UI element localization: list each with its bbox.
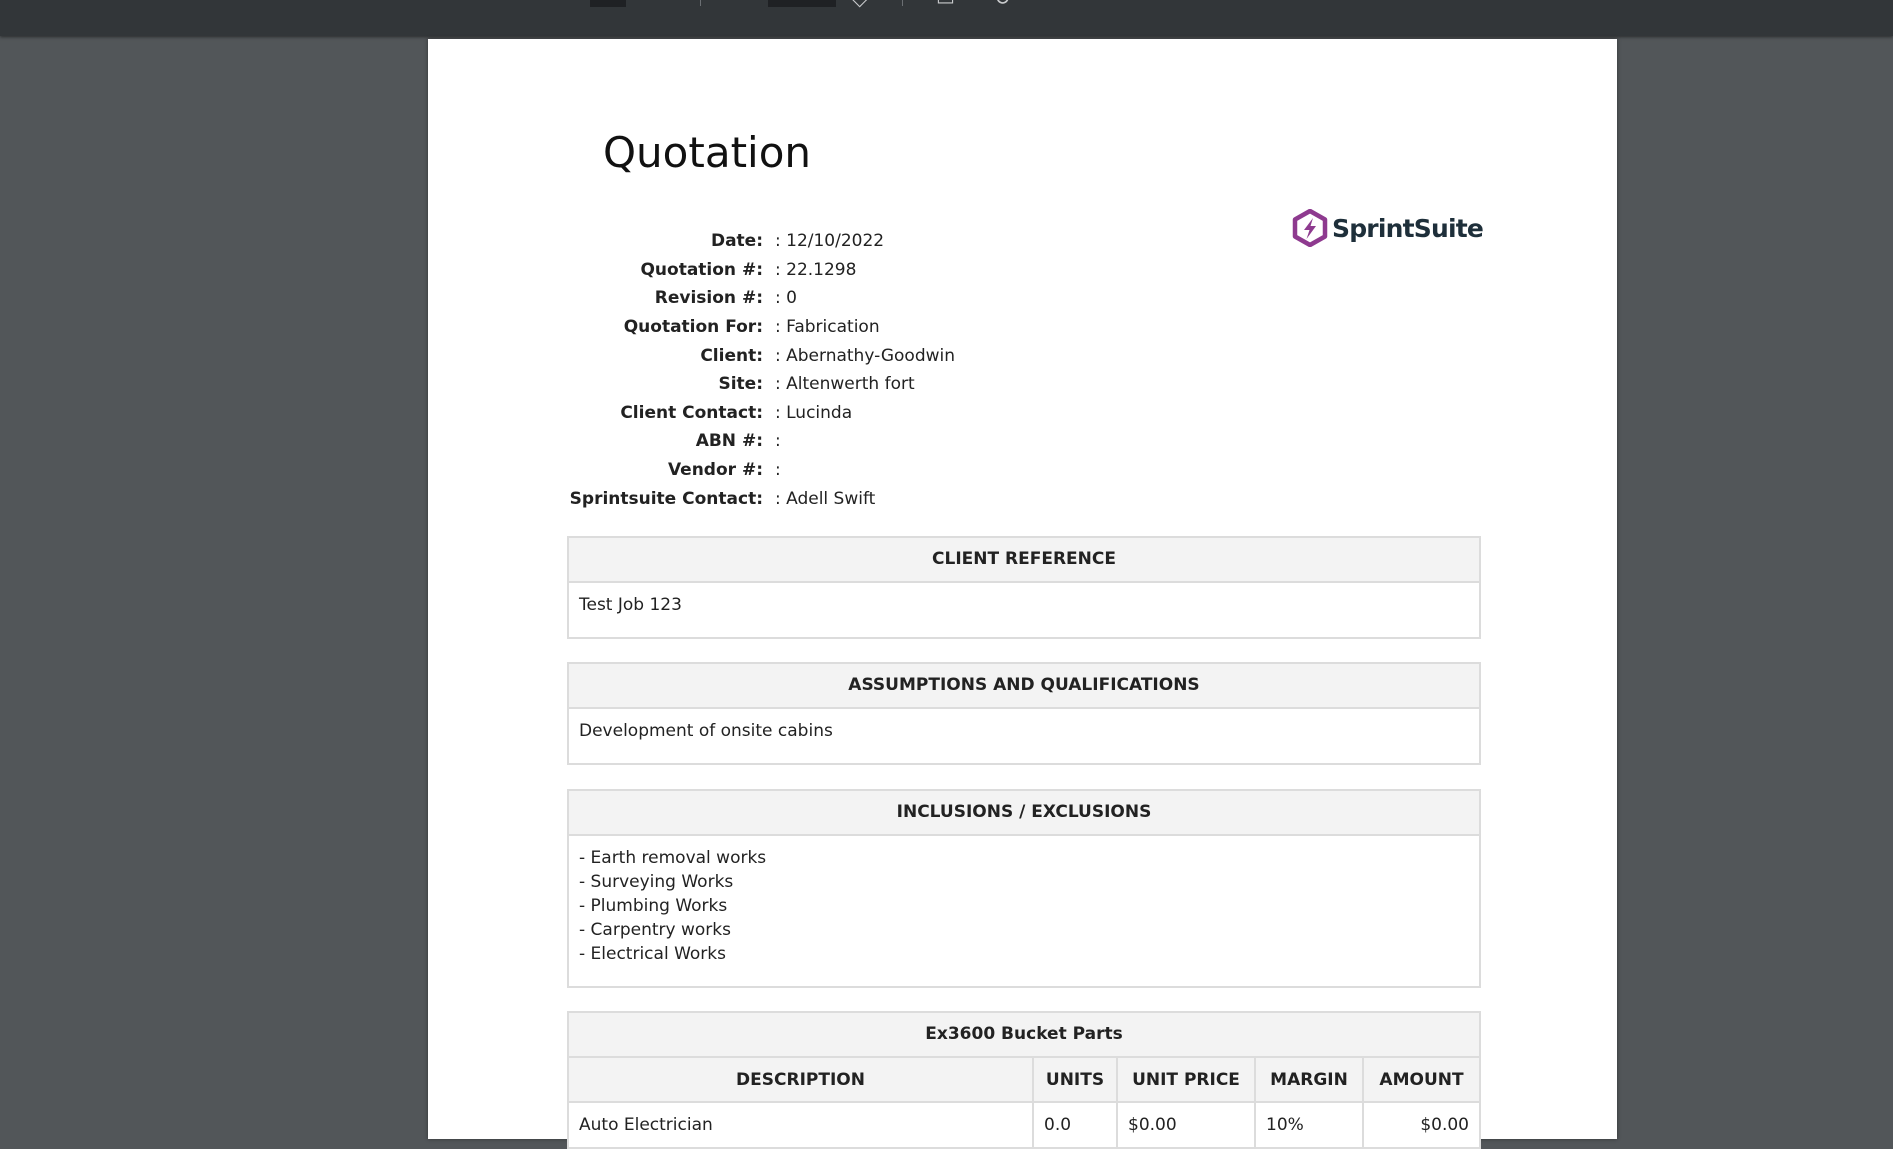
- detail-row-vendor: Vendor #: :: [563, 456, 955, 485]
- cell-unit-price: $0.00: [1117, 1102, 1256, 1147]
- company-logo: SprintSuite: [1292, 209, 1484, 247]
- list-item: - Plumbing Works: [579, 896, 728, 916]
- detail-value: :: [775, 431, 781, 452]
- column-header-description: DESCRIPTION: [569, 1058, 1034, 1103]
- column-header-amount: AMOUNT: [1363, 1058, 1479, 1103]
- column-header-margin: MARGIN: [1255, 1058, 1364, 1103]
- detail-label: Client Contact:: [620, 402, 763, 423]
- detail-value: : Altenwerth fort: [775, 374, 915, 395]
- list-item: - Carpentry works: [579, 920, 731, 940]
- sprintsuite-logo-icon: [1292, 209, 1328, 247]
- detail-row-site: Site: : Altenwerth fort: [563, 370, 955, 399]
- detail-row-quotation-number: Quotation #: : 22.1298: [563, 256, 955, 285]
- detail-value: : 22.1298: [775, 259, 857, 280]
- detail-row-quotation-for: Quotation For: : Fabrication: [563, 313, 955, 342]
- section-body: Test Job 123: [569, 583, 1479, 637]
- inclusions-section: INCLUSIONS / EXCLUSIONS - Earth removal …: [567, 789, 1481, 988]
- logo-text: SprintSuite: [1332, 213, 1484, 243]
- detail-value: : Lucinda: [775, 402, 853, 423]
- detail-row-sprintsuite-contact: Sprintsuite Contact: : Adell Swift: [563, 484, 955, 513]
- section-heading: CLIENT REFERENCE: [569, 538, 1479, 583]
- client-reference-section: CLIENT REFERENCE Test Job 123: [567, 536, 1481, 639]
- detail-label: Client:: [700, 345, 763, 366]
- toolbar-separator: [700, 0, 701, 6]
- detail-row-revision: Revision #: : 0: [563, 284, 955, 313]
- list-item: - Electrical Works: [579, 944, 726, 964]
- save-icon[interactable]: ▭: [936, 0, 955, 8]
- detail-value: :: [775, 460, 781, 481]
- assumptions-text: Development of onsite cabins: [579, 721, 833, 741]
- parts-table: DESCRIPTION UNITS UNIT PRICE MARGIN AMOU…: [569, 1058, 1479, 1147]
- detail-value: : 12/10/2022: [775, 231, 885, 252]
- cell-units: 0.0: [1033, 1102, 1118, 1147]
- detail-label: Sprintsuite Contact:: [569, 488, 763, 509]
- detail-label: Quotation #:: [640, 259, 763, 280]
- detail-row-date: Date: : 12/10/2022: [563, 227, 955, 256]
- detail-row-client: Client: : Abernathy-Goodwin: [563, 341, 955, 370]
- detail-label: Site:: [718, 374, 763, 395]
- zoom-level-field[interactable]: [768, 0, 836, 7]
- toolbar-separator: [902, 0, 903, 6]
- fit-to-page-icon[interactable]: ◇: [852, 0, 867, 8]
- table-row: Auto Electrician 0.0 $0.00 10% $0.00: [569, 1102, 1479, 1147]
- section-heading: Ex3600 Bucket Parts: [569, 1013, 1479, 1058]
- detail-row-client-contact: Client Contact: : Lucinda: [563, 399, 955, 428]
- cell-margin: 10%: [1255, 1102, 1364, 1147]
- cell-description: Auto Electrician: [569, 1102, 1034, 1147]
- detail-label: Revision #:: [654, 288, 763, 309]
- document-title: Quotation: [603, 128, 812, 177]
- column-header-units: UNITS: [1033, 1058, 1118, 1103]
- section-heading: INCLUSIONS / EXCLUSIONS: [569, 791, 1479, 836]
- pdf-page: Quotation SprintSuite Date: : 12/10/2022…: [428, 39, 1617, 1149]
- cell-amount: $0.00: [1420, 1115, 1469, 1135]
- quotation-details: Date: : 12/10/2022 Quotation #: : 22.129…: [563, 227, 955, 513]
- detail-value: : Abernathy-Goodwin: [775, 345, 956, 366]
- section-body: Development of onsite cabins: [569, 709, 1479, 763]
- detail-value: : 0: [775, 288, 797, 309]
- client-reference-text: Test Job 123: [579, 595, 682, 615]
- parts-section: Ex3600 Bucket Parts DESCRIPTION UNITS UN…: [567, 1011, 1481, 1149]
- detail-label: ABN #:: [695, 431, 763, 452]
- detail-label: Date:: [710, 231, 763, 252]
- section-heading: ASSUMPTIONS AND QUALIFICATIONS: [569, 664, 1479, 709]
- assumptions-section: ASSUMPTIONS AND QUALIFICATIONS Developme…: [567, 662, 1481, 765]
- pdf-viewer-toolbar: ◇ ▭ ↻: [0, 0, 1893, 36]
- table-header-row: DESCRIPTION UNITS UNIT PRICE MARGIN AMOU…: [569, 1058, 1479, 1103]
- detail-label: Vendor #:: [667, 460, 763, 481]
- detail-value: : Adell Swift: [775, 488, 876, 509]
- list-item: - Surveying Works: [579, 872, 734, 892]
- detail-row-abn: ABN #: :: [563, 427, 955, 456]
- detail-label: Quotation For:: [623, 317, 763, 338]
- rotate-icon[interactable]: ↻: [994, 0, 1011, 8]
- detail-value: : Fabrication: [775, 317, 880, 338]
- page-number-field[interactable]: [590, 0, 626, 7]
- list-item: - Earth removal works: [579, 848, 767, 868]
- column-header-unit-price: UNIT PRICE: [1117, 1058, 1256, 1103]
- section-body: - Earth removal works - Surveying Works …: [569, 836, 1479, 986]
